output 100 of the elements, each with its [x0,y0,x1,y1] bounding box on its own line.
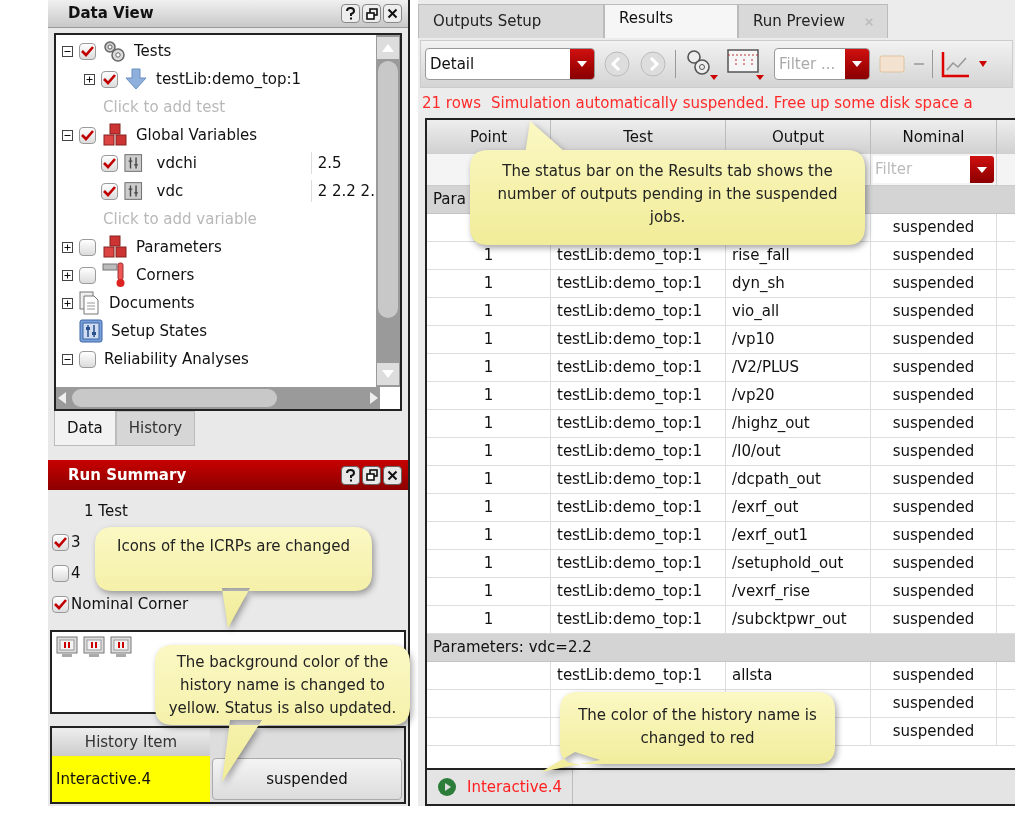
line-chart-icon[interactable] [941,50,971,78]
paused-monitor-icon[interactable] [56,636,78,658]
checkbox[interactable] [101,154,118,172]
table-cell: suspended [871,522,997,549]
table-cell: testLib:demo_top:1 [551,410,726,437]
caret-icon [577,61,587,67]
group-label[interactable]: Para [427,188,466,211]
table-cell: 1 [427,270,551,297]
table-cell: suspended [871,466,997,493]
table-cell: /subcktpwr_out [726,606,871,633]
setup-states-icon [79,319,103,343]
tree-item[interactable]: Reliability Analyses [104,347,249,371]
tree-item[interactable]: vdc [156,179,305,203]
checkbox[interactable] [79,126,96,144]
slider-box-icon [124,153,143,173]
table-cell: /exrf_out1 [726,522,871,549]
tab[interactable]: History [115,411,196,446]
checkbox[interactable] [52,565,69,582]
paused-monitor-icon[interactable] [110,636,132,658]
table-cell: suspended [871,550,997,577]
checkbox[interactable] [101,70,118,88]
table-cell: suspended [871,326,997,353]
checkbox[interactable] [52,596,69,613]
documents-icon [79,291,101,315]
table-cell: 1 [427,326,551,353]
table-cell: 1 [427,298,551,325]
windows-icon [365,469,378,481]
dropdown-button[interactable] [845,49,869,79]
checkbox[interactable] [101,182,118,200]
gears-icon[interactable] [684,47,718,81]
table-cell: testLib:demo_top:1 [551,662,726,689]
close-icon [387,8,398,19]
tree-item[interactable]: Corners [136,263,195,287]
tab[interactable]: Data [54,411,116,446]
float-button[interactable] [362,4,381,23]
tab[interactable]: Outputs Setup [418,4,604,38]
help-button[interactable] [341,465,360,485]
tree-item[interactable]: Parameters [136,235,222,259]
paused-monitor-icon[interactable] [83,636,105,658]
windows-icon [365,7,378,20]
table-cell: 1 [427,410,551,437]
caret-icon [852,61,862,67]
summary-item: 4 [71,563,81,585]
dropdown-button[interactable] [570,49,594,79]
table-cell: allsta [726,662,871,689]
panel-title: Data View [67,3,154,25]
status-message: Simulation automatically suspended. Free up some disk space a [490,92,973,114]
table-view-icon[interactable] [726,47,766,81]
float-button[interactable] [362,465,381,485]
status-button[interactable]: suspended [212,758,402,800]
horizontal-scrollbar[interactable] [56,387,380,409]
collapse-icon[interactable] [62,45,73,57]
close-button[interactable] [383,4,402,23]
table-cell: suspended [871,270,997,297]
checkbox[interactable] [79,266,96,284]
table-cell: 1 [427,382,551,409]
callout-text: The status bar on the Results tab shows the number of outputs pending in the suspended jobs. [497,162,838,226]
variable-value[interactable]: 2 2.2 2. [310,179,376,203]
tree-item[interactable]: Documents [109,291,195,315]
gears-icon [102,39,126,63]
history-name[interactable]: Interactive.4 [52,756,210,802]
vertical-scrollbar[interactable] [376,35,400,387]
tree-item[interactable]: Setup States [111,319,207,343]
table-cell: testLib:demo_top:1 [551,522,726,549]
expand-icon[interactable] [62,241,73,253]
table-cell: 1 [427,522,551,549]
table-cell: /dcpath_out [726,466,871,493]
table-cell: /I0/out [726,438,871,465]
table-cell: 1 [427,550,551,577]
table-cell: testLib:demo_top:1 [551,298,726,325]
expand-icon[interactable] [62,297,73,309]
tree-item[interactable]: Global Variables [136,123,258,147]
tree-item[interactable]: testLib:demo_top:1 [156,67,302,91]
tree-item[interactable]: vdchi [156,151,305,175]
table-cell: suspended [871,578,997,605]
collapse-icon[interactable] [62,129,73,141]
tab[interactable]: Results [604,4,738,38]
table-cell: testLib:demo_top:1 [551,550,726,577]
caret-icon[interactable] [979,61,987,67]
view-select[interactable]: Detail [425,48,595,80]
summary-item: 3 [71,532,81,554]
checkbox[interactable] [79,238,96,256]
table-cell: testLib:demo_top:1 [551,606,726,633]
callout-text: Icons of the ICRPs are changed [117,537,350,555]
close-button[interactable] [383,465,402,485]
variable-value[interactable]: 2.5 [310,151,376,175]
help-button[interactable] [341,4,360,23]
tree-item[interactable]: Tests [134,39,172,63]
collapse-icon[interactable] [62,353,73,365]
table-cell: testLib:demo_top:1 [551,354,726,381]
checkbox[interactable] [79,350,96,368]
dropdown-button[interactable] [970,156,994,183]
table-cell: suspended [871,606,997,633]
checkbox[interactable] [52,534,69,551]
tab[interactable]: Run Preview [738,4,888,38]
expand-icon[interactable] [84,73,95,85]
checkbox[interactable] [79,42,96,60]
table-cell: /vexrf_rise [726,578,871,605]
table-cell: suspended [871,410,997,437]
expand-icon[interactable] [62,269,73,281]
